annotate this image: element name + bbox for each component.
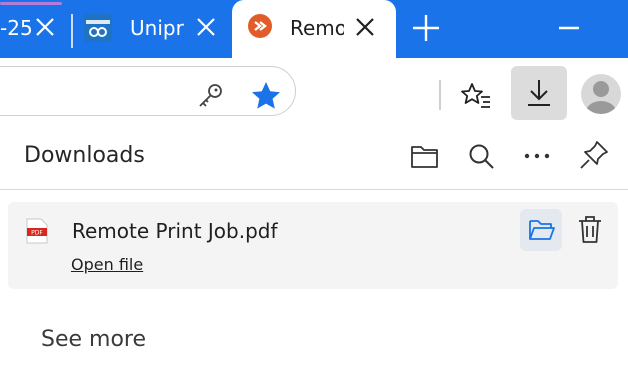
- remote-desktop-favicon: [248, 14, 272, 38]
- show-in-folder-button[interactable]: [520, 209, 562, 251]
- star-filled-icon[interactable]: [250, 80, 282, 116]
- tab-separator: [71, 14, 73, 48]
- tab-accent-line: [0, 2, 62, 5]
- download-icon: [528, 80, 550, 106]
- close-icon[interactable]: [34, 16, 56, 38]
- profile-avatar[interactable]: [581, 74, 621, 114]
- minimize-button[interactable]: [557, 12, 581, 44]
- toolbar-separator: [439, 80, 441, 110]
- open-file-link[interactable]: Open file: [71, 255, 143, 274]
- tab-strip: -25 Unipri Remo: [0, 0, 628, 58]
- favorites-icon[interactable]: [460, 80, 492, 116]
- svg-text:PDF: PDF: [31, 230, 43, 237]
- tab-label: Remo: [290, 16, 344, 40]
- tab-label: Unipri: [130, 16, 184, 40]
- pdf-file-icon: PDF: [26, 218, 48, 244]
- pin-icon[interactable]: [578, 139, 610, 175]
- open-folder-icon[interactable]: [410, 142, 440, 174]
- downloads-button[interactable]: [511, 66, 567, 120]
- delete-button[interactable]: [576, 214, 604, 250]
- close-icon[interactable]: [354, 16, 376, 38]
- see-more-link[interactable]: See more: [41, 327, 146, 352]
- plus-icon: [413, 15, 439, 41]
- new-tab-button[interactable]: [410, 12, 442, 44]
- minimize-icon: [559, 26, 579, 30]
- panel-divider: [0, 189, 628, 190]
- search-icon[interactable]: [467, 142, 495, 174]
- trash-icon: [579, 216, 601, 243]
- key-icon[interactable]: [196, 82, 224, 114]
- panel-title: Downloads: [24, 143, 145, 168]
- tab-label: -25: [0, 16, 33, 40]
- close-icon[interactable]: [195, 16, 217, 38]
- folder-icon: [529, 220, 555, 240]
- tab-remote-active[interactable]: Remo: [232, 0, 396, 58]
- tab-uniprint[interactable]: Unipri: [82, 0, 232, 58]
- more-icon[interactable]: [522, 148, 552, 167]
- tab-partial[interactable]: -25: [0, 0, 66, 58]
- uniprint-favicon: [84, 14, 112, 42]
- download-filename: Remote Print Job.pdf: [72, 219, 278, 243]
